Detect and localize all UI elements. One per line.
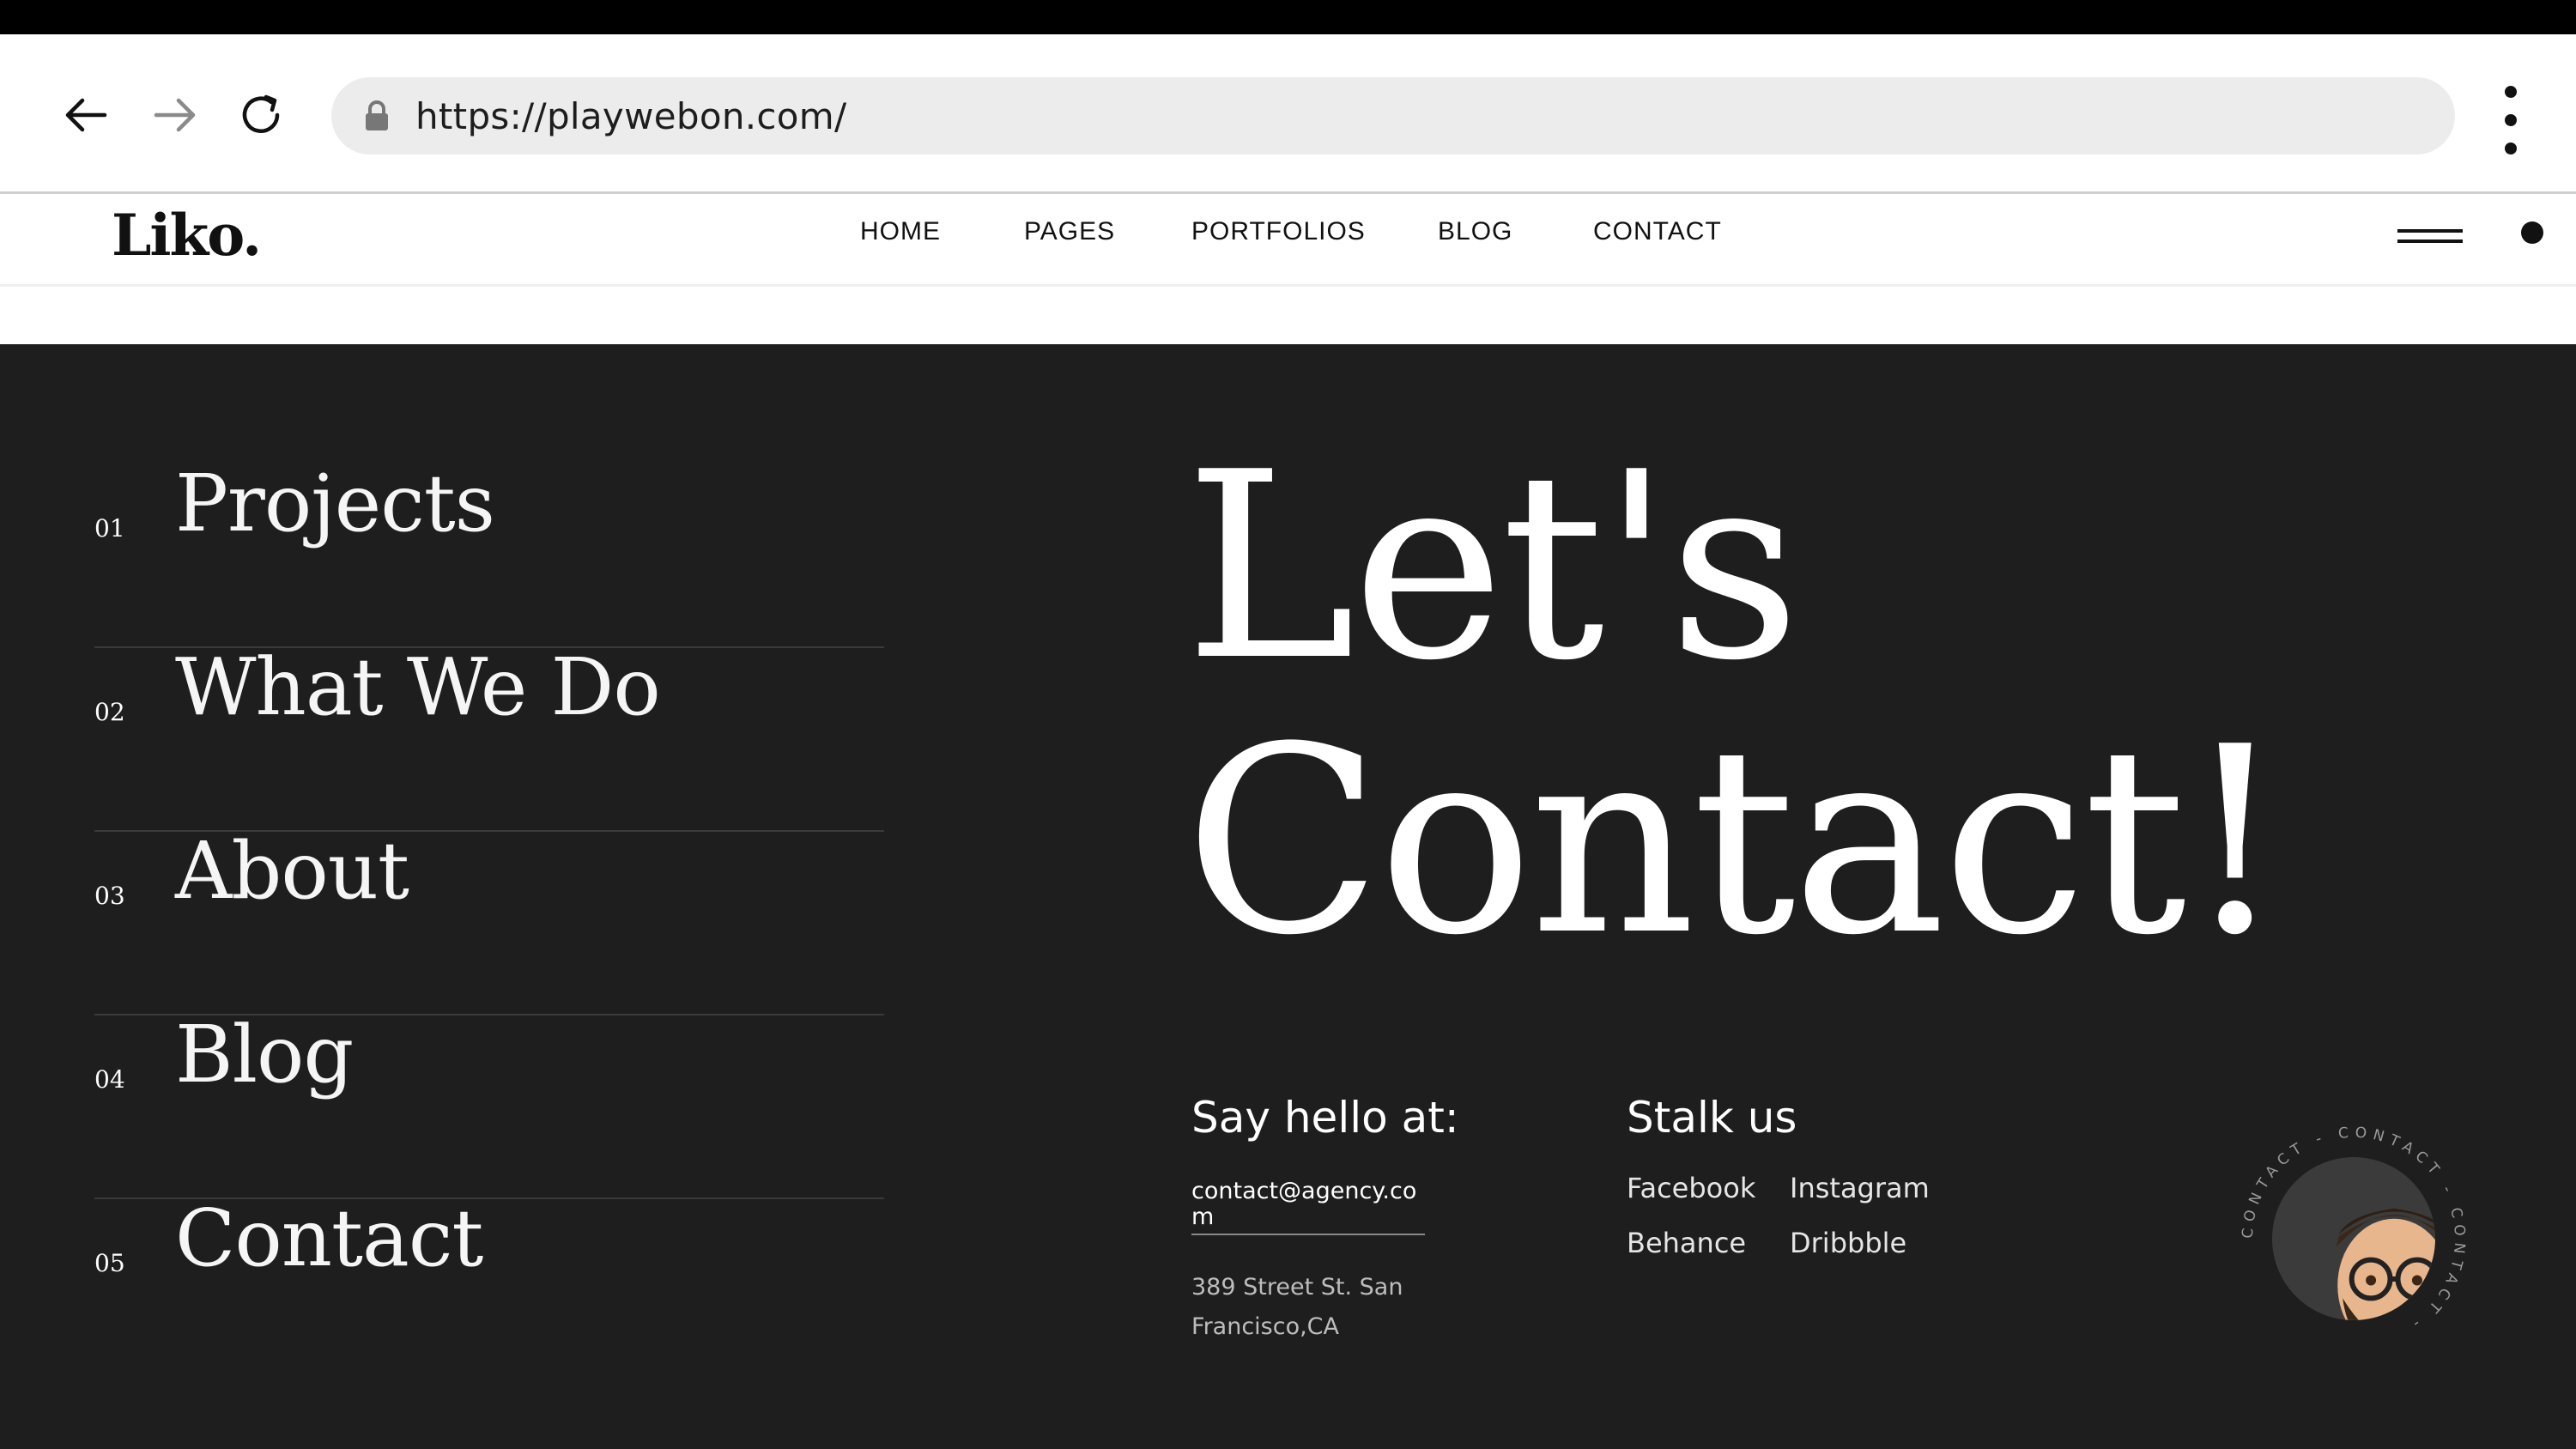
avatar-face-icon <box>2272 1157 2435 1320</box>
address-bar[interactable]: https://playwebon.com/ <box>331 77 2455 155</box>
browser-menu-button[interactable] <box>2489 86 2532 155</box>
reload-button[interactable] <box>230 88 292 142</box>
contact-badge-button[interactable]: CONTACT - CONTACT - CONTACT - <box>2232 1117 2476 1361</box>
social-block: Stalk us Facebook Instagram Behance Drib… <box>1627 1093 2056 1259</box>
url-text: https://playwebon.com/ <box>415 94 847 137</box>
social-links: Facebook Instagram Behance Dribbble <box>1627 1172 2056 1259</box>
side-nav-number: 04 <box>94 1065 125 1094</box>
cursor-dot <box>2521 221 2543 244</box>
instagram-link[interactable]: Instagram <box>1790 1172 1961 1204</box>
memoji-thumbs-up-avatar <box>2272 1157 2435 1320</box>
say-hello-block: Say hello at: contact@agency.com 389 Str… <box>1191 1093 1459 1347</box>
side-nav-number: 05 <box>94 1249 125 1277</box>
side-nav-item-what-we-do[interactable]: 02 What We Do <box>94 641 884 832</box>
main-menu: HOME PAGES PORTFOLIOS BLOG CONTACT <box>0 197 2576 287</box>
side-nav-label: Blog <box>175 1009 354 1100</box>
side-nav-item-contact[interactable]: 05 Contact <box>94 1192 884 1383</box>
browser-toolbar: https://playwebon.com/ <box>0 34 2576 194</box>
side-nav-number: 01 <box>94 514 125 543</box>
site-header: Liko. HOME PAGES PORTFOLIOS BLOG CONTACT <box>0 197 2576 287</box>
contact-section: 01 Projects 02 What We Do 03 About 04 Bl… <box>0 344 2576 1449</box>
forward-button[interactable] <box>144 88 206 142</box>
header-spacer <box>0 289 2576 344</box>
behance-link[interactable]: Behance <box>1627 1227 1790 1259</box>
reload-icon <box>242 94 280 133</box>
hero-line-2: Contact! <box>1185 692 2287 991</box>
email-link[interactable]: contact@agency.com <box>1191 1179 1425 1235</box>
system-status-bar <box>0 0 2576 34</box>
arrow-right-icon <box>154 98 196 132</box>
social-title: Stalk us <box>1627 1093 1797 1143</box>
menu-item-blog[interactable]: BLOG <box>1438 217 1512 246</box>
address-text: 389 Street St. San Francisco,CA <box>1191 1274 1403 1340</box>
lock-icon <box>366 100 388 130</box>
say-hello-title: Say hello at: <box>1191 1093 1459 1143</box>
hamburger-menu-button[interactable] <box>2397 222 2463 260</box>
menu-item-portfolios[interactable]: PORTFOLIOS <box>1191 217 1366 246</box>
side-nav-item-projects[interactable]: 01 Projects <box>94 458 884 648</box>
menu-item-home[interactable]: HOME <box>860 217 941 246</box>
kebab-menu-icon <box>2505 86 2517 98</box>
facebook-link[interactable]: Facebook <box>1627 1172 1790 1204</box>
menu-item-pages[interactable]: PAGES <box>1024 217 1115 246</box>
side-nav-item-about[interactable]: 03 About <box>94 825 884 1016</box>
side-nav-label: Contact <box>175 1192 483 1284</box>
side-nav-number: 02 <box>94 698 125 726</box>
side-nav-item-blog[interactable]: 04 Blog <box>94 1009 884 1199</box>
arrow-left-icon <box>65 98 107 132</box>
side-nav-label: What We Do <box>175 641 661 733</box>
side-nav-label: Projects <box>175 458 495 549</box>
dribbble-link[interactable]: Dribbble <box>1790 1227 1961 1259</box>
menu-item-contact[interactable]: CONTACT <box>1593 217 1722 246</box>
side-nav-number: 03 <box>94 882 125 910</box>
side-nav-label: About <box>175 825 409 917</box>
side-navigation: 01 Projects 02 What We Do 03 About 04 Bl… <box>94 458 884 1383</box>
hero-line-1: Let's <box>1185 417 1801 717</box>
back-button[interactable] <box>55 88 117 142</box>
hero-headline: Let's Contact! <box>1185 417 2287 991</box>
